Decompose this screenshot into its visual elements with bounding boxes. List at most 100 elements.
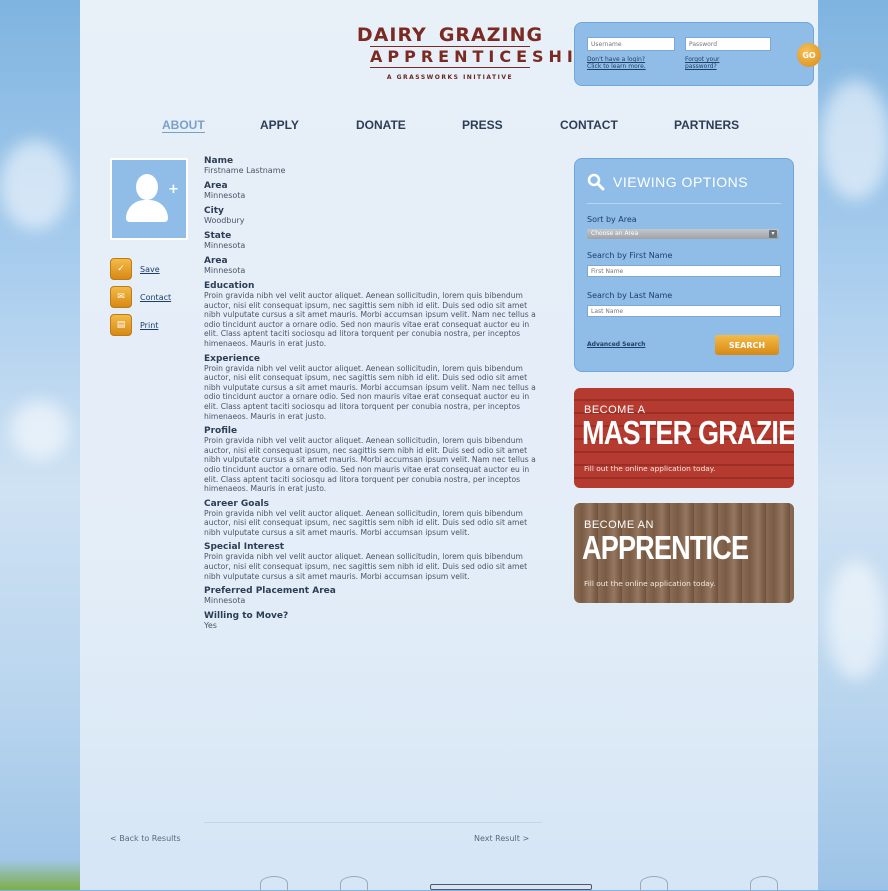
go-button[interactable]: GO: [797, 43, 821, 67]
forgot-password-link[interactable]: Forgot your password?: [685, 56, 720, 70]
contact-action[interactable]: ✉ Contact: [110, 286, 171, 308]
field-value: Yes: [204, 621, 217, 631]
profile-details: Name Firstname Lastname Area Minnesota C…: [204, 156, 542, 636]
envelope-icon: ✉: [110, 286, 132, 308]
printer-icon: ▤: [110, 314, 132, 336]
field-education: Education Proin gravida nibh vel velit a…: [204, 281, 542, 349]
field-label: State: [204, 231, 232, 241]
save-link[interactable]: Save: [140, 265, 160, 274]
search-button[interactable]: SEARCH: [715, 335, 779, 355]
field-label: Profile: [204, 426, 238, 437]
field-text: Proin gravida nibh vel velit auctor aliq…: [204, 291, 536, 348]
area-select-value: Choose an Area: [591, 230, 639, 237]
logo-word-dairy: DAIRY: [356, 24, 427, 46]
field-placement-area: Preferred Placement Area Minnesota: [204, 586, 542, 606]
field-label: Willing to Move?: [204, 611, 289, 622]
banner-headline: MASTER GRAZIER: [582, 414, 794, 451]
field-city: City Woodbury: [204, 206, 542, 226]
logo-word-apprenticeship: APPRENTICESHIP: [370, 46, 595, 68]
partner-logo[interactable]: [340, 876, 368, 891]
field-text: Proin gravida nibh vel velit auctor aliq…: [204, 436, 536, 494]
nav-about[interactable]: ABOUT: [162, 118, 205, 133]
field-text: Proin gravida nibh vel velit auctor aliq…: [204, 508, 528, 537]
back-to-results-link[interactable]: < Back to Results: [110, 834, 181, 843]
first-name-label: Search by First Name: [587, 251, 673, 260]
divider: [204, 822, 542, 823]
avatar-head: [136, 174, 158, 200]
nav-partners[interactable]: PARTNERS: [674, 118, 739, 132]
logo-word-grazing: GRAZING: [438, 24, 544, 46]
last-name-input[interactable]: [587, 305, 781, 317]
field-label: Experience: [204, 353, 260, 364]
field-label: City: [204, 206, 224, 216]
area-select[interactable]: Choose an Area ▾: [587, 229, 779, 239]
add-photo-icon: +: [168, 182, 179, 197]
nav-press[interactable]: PRESS: [462, 118, 503, 132]
signup-link[interactable]: Don't have a login? Click to learn more.: [587, 56, 646, 70]
profile-avatar[interactable]: +: [110, 158, 188, 240]
field-label: Area: [204, 256, 228, 266]
nav-donate[interactable]: DONATE: [356, 118, 406, 132]
partner-logo[interactable]: [640, 876, 668, 891]
username-input[interactable]: [587, 37, 675, 51]
chevron-down-icon: ▾: [769, 230, 777, 238]
partner-logo[interactable]: [750, 876, 778, 891]
field-label: Preferred Placement Area: [204, 586, 336, 597]
forgot-password-line1: Forgot your: [685, 56, 720, 63]
contact-link[interactable]: Contact: [140, 293, 171, 302]
password-input[interactable]: [685, 37, 771, 51]
field-label: Education: [204, 281, 255, 291]
master-grazier-banner[interactable]: BECOME A MASTER GRAZIER Fill out the onl…: [574, 388, 794, 488]
print-link[interactable]: Print: [140, 321, 158, 330]
main-nav: ABOUT APPLY DONATE PRESS CONTACT PARTNER…: [80, 118, 818, 138]
field-text: Proin gravida nibh vel velit auctor aliq…: [204, 552, 528, 581]
field-value: Firstname Lastname: [204, 166, 286, 175]
field-state: State Minnesota: [204, 231, 542, 251]
avatar-body: [126, 200, 168, 222]
next-result-link[interactable]: Next Result >: [474, 834, 529, 843]
field-label: Career Goals: [204, 498, 269, 509]
field-label: Special Interest: [204, 542, 285, 553]
footer-partner-logos: [230, 872, 778, 891]
field-value: Minnesota: [204, 266, 246, 275]
logo-tagline: A GRASSWORKS INITIATIVE: [386, 74, 514, 81]
partner-logo[interactable]: [430, 884, 592, 890]
field-value: Minnesota: [204, 191, 246, 200]
field-area: Area Minnesota: [204, 181, 542, 201]
cloud: [10, 400, 70, 460]
signup-link-line1: Don't have a login?: [587, 56, 646, 63]
sort-by-area-label: Sort by Area: [587, 215, 637, 224]
apprentice-banner[interactable]: BECOME AN APPRENTICE Fill out the online…: [574, 503, 794, 603]
save-action[interactable]: ✓ Save: [110, 258, 160, 280]
cloud: [0, 140, 70, 230]
field-name: Name Firstname Lastname: [204, 156, 542, 176]
field-experience: Experience Proin gravida nibh vel velit …: [204, 354, 542, 422]
nav-apply[interactable]: APPLY: [260, 118, 299, 132]
divider: [587, 203, 781, 204]
forgot-password-line2: password?: [685, 63, 717, 70]
login-box: Don't have a login? Click to learn more.…: [574, 22, 821, 86]
grass-decoration: [0, 860, 80, 890]
cloud: [820, 80, 888, 200]
viewing-options-title-text: VIEWING OPTIONS: [613, 174, 749, 190]
banner-caption: Fill out the online application today.: [584, 579, 716, 588]
print-action[interactable]: ▤ Print: [110, 314, 158, 336]
field-value: Minnesota: [204, 241, 246, 250]
field-career-goals: Career Goals Proin gravida nibh vel veli…: [204, 499, 542, 538]
partner-logo[interactable]: [260, 876, 288, 891]
nav-contact[interactable]: CONTACT: [560, 118, 618, 132]
field-text: Proin gravida nibh vel velit auctor aliq…: [204, 363, 536, 421]
checkmark-icon: ✓: [110, 258, 132, 280]
first-name-input[interactable]: [587, 265, 781, 277]
page-container: DAIRY GRAZING APPRENTICESHIP A GRASSWORK…: [80, 0, 821, 891]
last-name-label: Search by Last Name: [587, 291, 673, 300]
field-value: Minnesota: [204, 596, 246, 606]
field-label: Name: [204, 156, 234, 166]
banner-caption: Fill out the online application today.: [584, 464, 716, 473]
cloud: [826, 560, 886, 680]
site-logo[interactable]: DAIRY GRAZING APPRENTICESHIP A GRASSWORK…: [357, 24, 595, 81]
advanced-search-link[interactable]: Advanced Search: [587, 341, 645, 348]
field-special-interest: Special Interest Proin gravida nibh vel …: [204, 542, 542, 581]
field-value: Woodbury: [204, 216, 245, 225]
viewing-options-panel: VIEWING OPTIONS Sort by Area Choose an A…: [574, 158, 794, 372]
